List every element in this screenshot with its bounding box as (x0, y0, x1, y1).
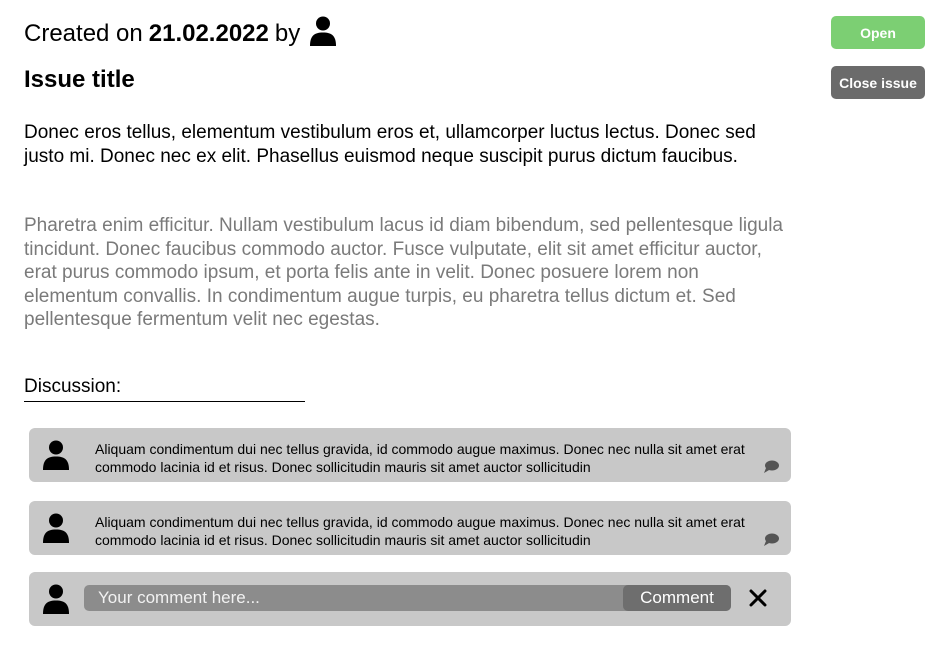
user-icon (43, 584, 69, 614)
speech-bubble-icon[interactable] (764, 460, 779, 473)
discussion-heading: Discussion: (24, 374, 305, 402)
status-open-button[interactable]: Open (831, 16, 925, 49)
comment-input-wrapper: Comment (84, 585, 731, 611)
user-icon[interactable] (310, 16, 337, 46)
user-icon (43, 440, 69, 470)
comment-composer: Comment (29, 572, 791, 626)
close-icon[interactable] (749, 589, 767, 607)
comment-text: Aliquam condimentum dui nec tellus gravi… (95, 514, 745, 548)
comment-item: Aliquam condimentum dui nec tellus gravi… (29, 428, 791, 482)
created-prefix: Created on (24, 20, 143, 47)
comment-input[interactable] (84, 585, 628, 611)
comment-text: Aliquam condimentum dui nec tellus gravi… (95, 441, 745, 475)
speech-bubble-icon[interactable] (764, 533, 779, 546)
issue-title: Issue title (24, 66, 135, 93)
comment-item: Aliquam condimentum dui nec tellus gravi… (29, 501, 791, 555)
close-issue-button[interactable]: Close issue (831, 66, 925, 99)
issue-meta: Created on 21.02.2022 by (24, 14, 337, 54)
issue-page: Created on 21.02.2022 by Issue title Don… (0, 0, 939, 648)
submit-comment-button[interactable]: Comment (623, 585, 731, 611)
issue-description: Donec eros tellus, elementum vestibulum … (24, 122, 756, 167)
issue-description-secondary: Pharetra enim efficitur. Nullam vestibul… (24, 215, 783, 330)
user-icon (43, 513, 69, 543)
created-by-label: by (274, 20, 301, 47)
created-date: 21.02.2022 (148, 20, 269, 47)
